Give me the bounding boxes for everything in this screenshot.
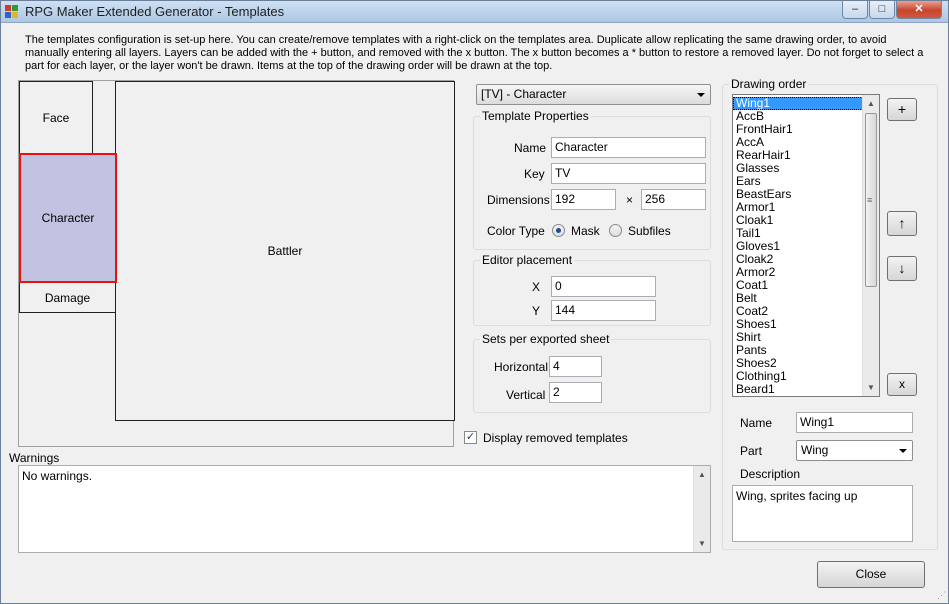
layer-description-text: Wing, sprites facing up bbox=[736, 489, 858, 503]
width-field[interactable]: 192 bbox=[551, 189, 616, 210]
subfiles-label: Subfiles bbox=[628, 224, 671, 238]
remove-layer-button[interactable]: x bbox=[887, 373, 917, 396]
times-label: × bbox=[626, 193, 634, 207]
chevron-down-icon bbox=[697, 93, 705, 97]
templates-canvas[interactable]: Face Battler Damage Character bbox=[18, 80, 455, 447]
sets-per-sheet-title: Sets per exported sheet bbox=[480, 332, 612, 346]
template-damage[interactable]: Damage bbox=[19, 282, 116, 313]
warnings-text: No warnings. bbox=[22, 469, 93, 483]
x-label: X bbox=[532, 280, 541, 294]
template-character-selected[interactable]: Character bbox=[19, 153, 117, 283]
scroll-up-icon[interactable]: ▲ bbox=[867, 99, 875, 108]
vertical-field[interactable]: 2 bbox=[549, 382, 602, 403]
scroll-up-icon[interactable]: ▲ bbox=[698, 470, 706, 479]
template-select[interactable]: [TV] - Character bbox=[476, 84, 711, 105]
drawing-order-title: Drawing order bbox=[729, 77, 809, 91]
layer-part-label: Part bbox=[740, 444, 763, 458]
template-properties-title: Template Properties bbox=[480, 109, 591, 123]
template-select-value: [TV] - Character bbox=[481, 87, 567, 101]
template-name-field[interactable]: Character bbox=[551, 137, 706, 158]
warnings-scrollbar[interactable]: ▲ ▼ bbox=[693, 466, 710, 552]
window-title: RPG Maker Extended Generator - Templates bbox=[25, 4, 285, 19]
scroll-down-icon[interactable]: ▼ bbox=[867, 383, 875, 392]
key-label: Key bbox=[524, 167, 545, 181]
display-removed-checkbox[interactable]: ✓ bbox=[464, 431, 477, 444]
resize-grip-icon[interactable]: ⋰ bbox=[937, 590, 946, 601]
y-label: Y bbox=[532, 304, 541, 318]
chevron-down-icon bbox=[899, 449, 907, 453]
close-window-button[interactable]: ✕ bbox=[896, 1, 942, 19]
scroll-down-icon[interactable]: ▼ bbox=[698, 539, 706, 548]
drawing-order-item[interactable]: Beard1 bbox=[733, 383, 863, 396]
dimensions-label: Dimensions bbox=[487, 193, 550, 207]
height-field[interactable]: 256 bbox=[641, 189, 706, 210]
horizontal-label: Horizontal bbox=[494, 360, 549, 374]
layer-name-label: Name bbox=[740, 416, 773, 430]
app-icon bbox=[5, 5, 19, 19]
template-battler[interactable]: Battler bbox=[115, 81, 455, 421]
editor-placement-title: Editor placement bbox=[480, 253, 575, 267]
layer-description-label: Description bbox=[740, 467, 801, 481]
template-key-field[interactable]: TV bbox=[551, 163, 706, 184]
name-label: Name bbox=[514, 141, 547, 155]
layer-description-field[interactable]: Wing, sprites facing up bbox=[732, 485, 913, 542]
layer-part-value: Wing bbox=[801, 443, 829, 457]
drawing-order-list[interactable]: Wing1 AccB FrontHair1 AccA RearHair1 Glasses E… bbox=[732, 94, 880, 397]
add-layer-button[interactable]: + bbox=[887, 98, 917, 121]
close-button[interactable]: Close bbox=[817, 561, 925, 588]
intro-description: The templates configuration is set-up he… bbox=[25, 34, 924, 72]
grip-icon: ≡ bbox=[867, 195, 873, 205]
display-removed-label: Display removed templates bbox=[483, 431, 628, 445]
warnings-label: Warnings bbox=[9, 451, 60, 465]
layer-part-select[interactable]: Wing bbox=[796, 440, 913, 461]
mask-radio[interactable] bbox=[552, 224, 565, 237]
subfiles-radio[interactable] bbox=[609, 224, 622, 237]
horizontal-field[interactable]: 4 bbox=[549, 356, 602, 377]
templates-window: RPG Maker Extended Generator - Templates… bbox=[0, 0, 949, 604]
vertical-label: Vertical bbox=[506, 388, 546, 402]
color-type-label: Color Type bbox=[487, 224, 545, 238]
mask-label: Mask bbox=[571, 224, 600, 238]
template-face[interactable]: Face bbox=[19, 81, 93, 154]
title-bar: RPG Maker Extended Generator - Templates… bbox=[1, 1, 948, 23]
warnings-textarea[interactable]: No warnings. ▲ ▼ bbox=[18, 465, 711, 553]
minimize-button[interactable]: – bbox=[842, 1, 868, 19]
placement-y-field[interactable]: 144 bbox=[551, 300, 656, 321]
layer-name-field[interactable]: Wing1 bbox=[796, 412, 913, 433]
move-up-button[interactable]: ↑ bbox=[887, 211, 917, 236]
placement-x-field[interactable]: 0 bbox=[551, 276, 656, 297]
drawing-order-scrollbar[interactable]: ▲ ≡ ▼ bbox=[862, 95, 879, 396]
move-down-button[interactable]: ↓ bbox=[887, 256, 917, 281]
maximize-button[interactable]: □ bbox=[869, 1, 895, 19]
